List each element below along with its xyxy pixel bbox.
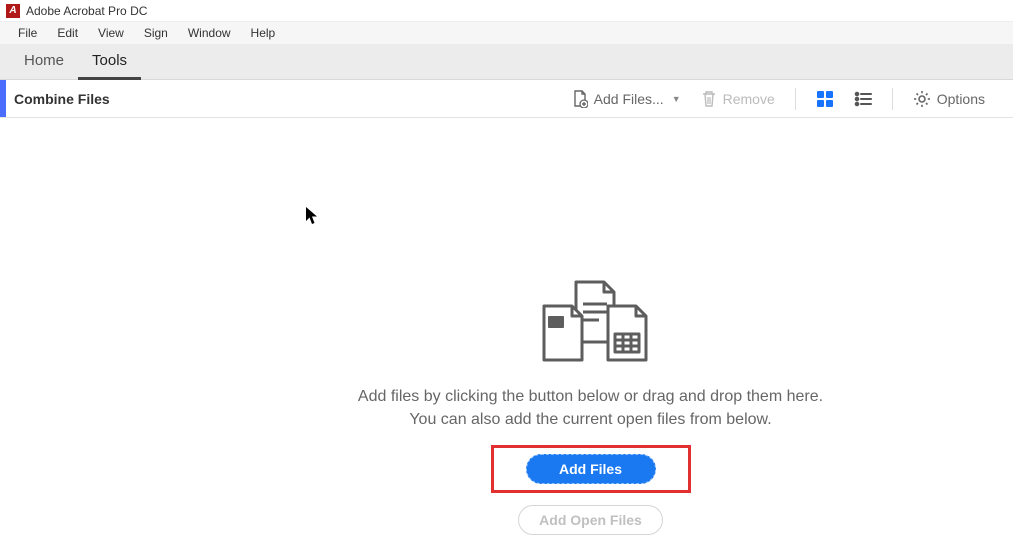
divider	[892, 88, 893, 110]
main-area[interactable]: Add files by clicking the button below o…	[0, 118, 1013, 560]
add-files-button[interactable]: Add Files	[526, 454, 656, 484]
gear-icon	[913, 90, 931, 108]
app-title: Adobe Acrobat Pro DC	[26, 4, 147, 18]
drop-zone: Add files by clicking the button below o…	[291, 278, 891, 535]
grid-icon	[816, 90, 834, 108]
divider	[795, 88, 796, 110]
drop-instruction: Add files by clicking the button below o…	[291, 385, 891, 431]
add-files-dropdown[interactable]: Add Files... ▼	[562, 86, 691, 112]
menu-edit[interactable]: Edit	[47, 24, 88, 42]
menu-sign[interactable]: Sign	[134, 24, 178, 42]
tab-home[interactable]: Home	[10, 44, 78, 80]
menu-view[interactable]: View	[88, 24, 134, 42]
remove-label: Remove	[723, 91, 775, 107]
options-button[interactable]: Options	[903, 86, 995, 112]
add-files-label: Add Files...	[594, 91, 664, 107]
menu-window[interactable]: Window	[178, 24, 241, 42]
tool-title: Combine Files	[14, 91, 110, 107]
menu-help[interactable]: Help	[241, 24, 286, 42]
trash-icon	[701, 90, 717, 108]
instruction-line-2: You can also add the current open files …	[291, 408, 891, 431]
app-icon: A	[6, 4, 20, 18]
instruction-line-1: Add files by clicking the button below o…	[291, 385, 891, 408]
options-label: Options	[937, 91, 985, 107]
menubar: File Edit View Sign Window Help	[0, 22, 1013, 44]
view-list-button[interactable]	[844, 86, 882, 112]
toolbar: Combine Files Add Files... ▼ Remove	[0, 80, 1013, 118]
view-grid-button[interactable]	[806, 86, 844, 112]
chevron-down-icon: ▼	[672, 94, 681, 104]
list-icon	[854, 90, 872, 108]
tool-accent	[0, 80, 6, 117]
mouse-cursor-icon	[305, 206, 319, 231]
tab-tools[interactable]: Tools	[78, 44, 141, 80]
remove-button: Remove	[691, 86, 785, 112]
titlebar: A Adobe Acrobat Pro DC	[0, 0, 1013, 22]
tabsbar: Home Tools	[0, 44, 1013, 80]
add-open-files-button[interactable]: Add Open Files	[518, 505, 663, 535]
menu-file[interactable]: File	[8, 24, 47, 42]
highlight-annotation: Add Files	[491, 445, 691, 493]
files-stack-icon	[526, 278, 656, 373]
page-plus-icon	[572, 90, 588, 108]
